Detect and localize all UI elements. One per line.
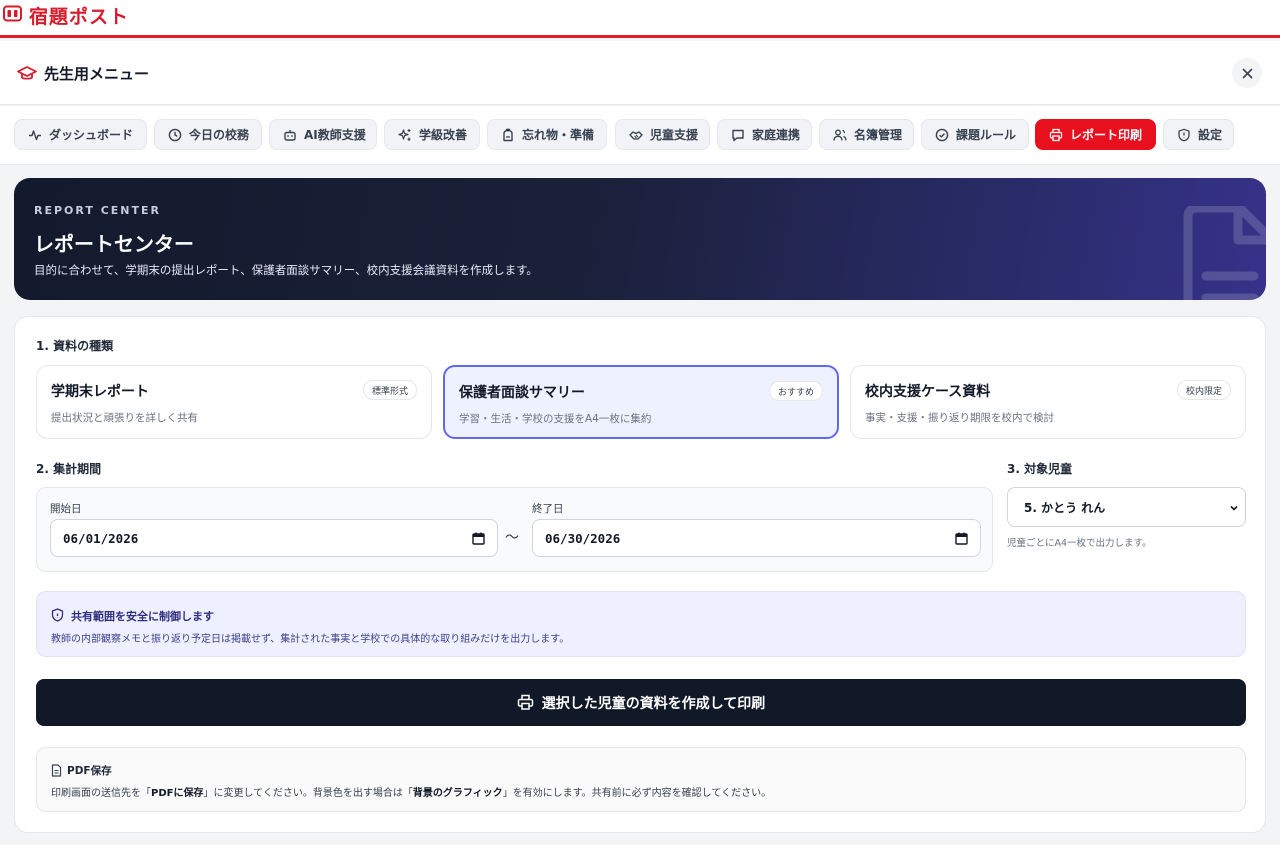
app-bar: 宿題ポスト xyxy=(0,0,1280,38)
pdf-save-text: 印刷画面の送信先を「PDFに保存」に変更してください。背景色を出す場合は「背景の… xyxy=(51,788,772,799)
printer-icon xyxy=(1049,128,1063,141)
users-icon xyxy=(833,129,847,141)
file-text-icon xyxy=(51,764,62,777)
menu-title: 先生用メニュー xyxy=(44,65,150,83)
range-separator: 〜 xyxy=(505,530,519,546)
doc-type-badge: 校内限定 xyxy=(1176,380,1231,400)
report-center-banner: REPORT CENTER レポートセンター 目的に合わせて、学期末の提出レポー… xyxy=(14,178,1266,300)
doc-type-school-support-case[interactable]: 校内支援ケース資料 校内限定 事実・支援・振り返り期限を校内で検討 xyxy=(850,365,1246,439)
tab-today-duties[interactable]: 今日の校務 xyxy=(154,119,262,150)
tab-label: 課題ルール xyxy=(956,128,1017,142)
create-and-print-button[interactable]: 選択した児童の資料を作成して印刷 xyxy=(36,679,1246,726)
tab-student-support[interactable]: 児童支援 xyxy=(615,119,710,150)
printer-icon xyxy=(517,694,533,710)
doc-type-title: 学期末レポート xyxy=(51,384,149,400)
activity-icon xyxy=(29,129,41,140)
notice-text: 教師の内部観察メモと振り返り予定日は掲載せず、集計された事実と学校での具体的な取… xyxy=(51,634,570,645)
tab-settings[interactable]: 設定 xyxy=(1163,119,1234,150)
tab-class-improvement[interactable]: 学級改善 xyxy=(384,119,480,150)
shield-icon xyxy=(1178,128,1190,141)
tab-label: ダッシュボード xyxy=(49,128,134,142)
post-logo-icon xyxy=(3,5,22,22)
end-date-value: 06/30/2026 xyxy=(545,530,621,546)
doc-type-term-end-report[interactable]: 学期末レポート 標準形式 提出状況と頑張りを詳しく共有 xyxy=(36,365,432,439)
student-select[interactable]: 5. かとう れん xyxy=(1007,487,1246,527)
section-doc-type-label: 1. 資料の種類 xyxy=(36,339,114,353)
hero-title: レポートセンター xyxy=(34,232,194,256)
doc-type-title: 校内支援ケース資料 xyxy=(865,384,991,400)
backpack-icon xyxy=(503,128,513,141)
message-icon xyxy=(732,129,744,141)
pdf-save-help: PDF保存 印刷画面の送信先を「PDFに保存」に変更してください。背景色を出す場… xyxy=(36,747,1246,812)
period-range: 開始日 06/01/2026 〜 終了日 06/30/2026 xyxy=(36,487,993,572)
background-graphics-option: 背景のグラフィック xyxy=(412,788,503,799)
end-date-label: 終了日 xyxy=(532,503,564,515)
doc-type-description: 事実・支援・振り返り期限を校内で検討 xyxy=(865,412,1054,424)
doc-type-description: 提出状況と頑張りを詳しく共有 xyxy=(51,412,198,424)
tab-roster-management[interactable]: 名簿管理 xyxy=(819,119,914,150)
section-student-label: 3. 対象児童 xyxy=(1007,462,1073,476)
tab-label: 今日の校務 xyxy=(189,128,250,142)
tab-label: 忘れ物・準備 xyxy=(522,128,595,142)
tab-report-print[interactable]: レポート印刷 xyxy=(1035,119,1156,150)
tab-label: レポート印刷 xyxy=(1070,128,1143,142)
tab-label: 学級改善 xyxy=(419,128,468,142)
doc-type-badge: おすすめ xyxy=(768,381,823,401)
report-form-card: 1. 資料の種類 学期末レポート 標準形式 提出状況と頑張りを詳しく共有 保護者… xyxy=(14,316,1266,833)
tab-belongings-prep[interactable]: 忘れ物・準備 xyxy=(487,119,607,150)
end-date-input[interactable]: 06/30/2026 xyxy=(532,519,981,557)
start-date-input[interactable]: 06/01/2026 xyxy=(50,519,498,557)
nav-tabs: ダッシュボード 今日の校務 AI教師支援 学級改善 忘れ物・準備 児童支援 家庭… xyxy=(0,106,1280,165)
hero-description: 目的に合わせて、学期末の提出レポート、保護者面談サマリー、校内支援会議資料を作成… xyxy=(34,263,538,277)
tab-label: 児童支援 xyxy=(650,128,699,142)
graduation-cap-icon xyxy=(17,66,37,80)
pdf-save-title: PDF保存 xyxy=(67,765,112,777)
clock-icon xyxy=(168,128,182,141)
pdf-destination-option: PDFに保存 xyxy=(151,788,204,799)
print-button-label: 選択した児童の資料を作成して印刷 xyxy=(541,695,766,712)
menu-header: 先生用メニュー xyxy=(0,41,1280,105)
close-icon xyxy=(1242,68,1252,78)
tab-label: AI教師支援 xyxy=(304,128,366,142)
app-title: 宿題ポスト xyxy=(29,6,130,28)
tab-ai-teacher-support[interactable]: AI教師支援 xyxy=(269,119,377,150)
doc-type-title: 保護者面談サマリー xyxy=(459,385,585,401)
tab-label: 家庭連携 xyxy=(752,128,801,142)
doc-type-badge: 標準形式 xyxy=(362,380,417,400)
shield-info-icon xyxy=(51,608,64,622)
start-date-value: 06/01/2026 xyxy=(63,530,139,546)
tab-label: 名簿管理 xyxy=(854,128,903,142)
tab-label: 設定 xyxy=(1198,128,1223,142)
handshake-icon xyxy=(629,130,643,140)
document-icon xyxy=(1183,206,1266,300)
calendar-icon[interactable] xyxy=(955,532,968,545)
tab-dashboard[interactable]: ダッシュボード xyxy=(14,119,147,150)
tab-home-liaison[interactable]: 家庭連携 xyxy=(717,119,812,150)
sparkles-icon xyxy=(398,128,411,141)
doc-type-description: 学習・生活・学校の支援をA4一枚に集約 xyxy=(459,413,652,425)
check-circle-icon xyxy=(935,128,949,141)
student-select-value: 5. かとう れん xyxy=(1024,500,1106,515)
hero-eyebrow: REPORT CENTER xyxy=(34,204,161,217)
notice-title: 共有範囲を安全に制御します xyxy=(71,610,214,623)
student-select-note: 児童ごとにA4一枚で出力します。 xyxy=(1007,538,1152,549)
start-date-label: 開始日 xyxy=(50,503,82,515)
section-period-label: 2. 集計期間 xyxy=(36,462,102,476)
calendar-icon[interactable] xyxy=(472,532,485,545)
robot-icon xyxy=(284,129,296,141)
close-button[interactable] xyxy=(1232,58,1262,88)
tab-assignment-rules[interactable]: 課題ルール xyxy=(921,119,1029,150)
privacy-notice: 共有範囲を安全に制御します 教師の内部観察メモと振り返り予定日は掲載せず、集計さ… xyxy=(36,591,1246,657)
chevron-down-icon xyxy=(1230,505,1238,511)
doc-type-parent-meeting-summary[interactable]: 保護者面談サマリー おすすめ 学習・生活・学校の支援をA4一枚に集約 xyxy=(443,365,839,439)
